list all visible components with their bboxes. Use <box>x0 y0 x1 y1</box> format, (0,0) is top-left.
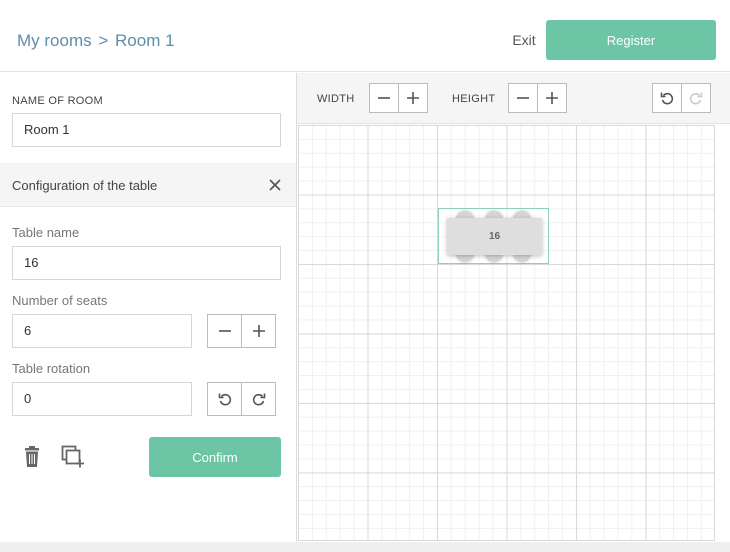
footer-strip <box>0 542 730 552</box>
close-icon[interactable] <box>266 176 284 194</box>
history-controls <box>652 83 711 113</box>
redo-icon <box>689 92 703 105</box>
seats-label: Number of seats <box>12 293 108 308</box>
breadcrumb: My rooms > Room 1 <box>17 31 175 51</box>
rotation-stepper <box>207 382 276 416</box>
room-name-label: NAME OF ROOM <box>12 95 103 107</box>
rotate-left-icon <box>218 393 231 406</box>
room-canvas-area: WIDTH HEIGHT 16 <box>296 73 730 542</box>
trash-icon[interactable] <box>22 446 42 473</box>
table-name-input[interactable]: 16 <box>12 246 281 280</box>
sidebar: NAME OF ROOM Room 1 Configuration of the… <box>0 73 296 542</box>
breadcrumb-separator: > <box>98 31 109 50</box>
breadcrumb-current-room: Room 1 <box>115 31 175 50</box>
rotation-input[interactable]: 0 <box>12 382 192 416</box>
seats-decrease-button[interactable] <box>208 315 242 347</box>
app: My rooms > Room 1 Exit Register NAME OF … <box>0 0 730 552</box>
header: My rooms > Room 1 Exit Register <box>0 0 730 72</box>
table-body[interactable]: 16 <box>447 218 542 255</box>
height-label: HEIGHT <box>452 93 496 105</box>
seats-input[interactable]: 6 <box>12 314 192 348</box>
width-increase-button[interactable] <box>399 84 427 112</box>
selected-table[interactable]: 16 <box>438 208 549 264</box>
redo-button[interactable] <box>682 84 710 112</box>
table-name-label: Table name <box>12 225 80 240</box>
room-grid[interactable]: 16 <box>298 125 715 541</box>
exit-button[interactable]: Exit <box>500 28 548 52</box>
height-stepper <box>508 83 567 113</box>
undo-button[interactable] <box>653 84 682 112</box>
table-label: 16 <box>488 231 501 242</box>
width-decrease-button[interactable] <box>370 84 399 112</box>
undo-icon <box>660 92 674 105</box>
minus-icon <box>378 97 390 99</box>
duplicate-icon[interactable] <box>61 445 85 474</box>
width-label: WIDTH <box>317 93 355 105</box>
minus-icon <box>517 97 529 99</box>
plus-icon <box>546 92 558 104</box>
seats-stepper <box>207 314 276 348</box>
rotation-label: Table rotation <box>12 361 91 376</box>
height-increase-button[interactable] <box>538 84 566 112</box>
register-button[interactable]: Register <box>546 20 716 60</box>
rotate-right-icon <box>252 393 265 406</box>
breadcrumb-my-rooms[interactable]: My rooms <box>17 31 92 50</box>
plus-icon <box>407 92 419 104</box>
table-config-title: Configuration of the table <box>12 178 158 193</box>
room-name-input[interactable]: Room 1 <box>12 113 281 147</box>
confirm-button[interactable]: Confirm <box>149 437 281 477</box>
seats-increase-button[interactable] <box>242 315 275 347</box>
rotate-left-button[interactable] <box>208 383 242 415</box>
minus-icon <box>218 330 231 332</box>
width-stepper <box>369 83 428 113</box>
height-decrease-button[interactable] <box>509 84 538 112</box>
rotate-right-button[interactable] <box>242 383 275 415</box>
plus-icon <box>252 325 265 337</box>
table-config-header: Configuration of the table <box>0 163 296 207</box>
canvas-toolbar: WIDTH HEIGHT <box>297 73 730 124</box>
